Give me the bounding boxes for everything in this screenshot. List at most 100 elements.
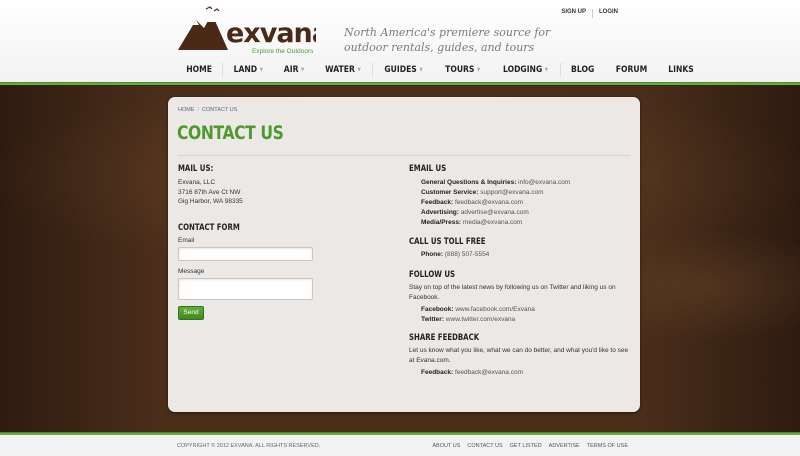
email-link[interactable]: feedback@exvana.com — [455, 369, 523, 376]
nav-blog[interactable]: BLOG — [565, 60, 602, 80]
copyright: COPYRIGHT © 2012 EXVANA. ALL RIGHTS RESE… — [177, 443, 321, 449]
list-item: Feedback: feedback@exvana.com — [421, 198, 631, 208]
row-label: Customer Service: — [421, 189, 479, 196]
email-link[interactable]: support@exvana.com — [480, 189, 543, 196]
nav-tours[interactable]: TOURS ▼ — [438, 60, 487, 80]
footer-link-get-listed[interactable]: GET LISTED — [510, 443, 542, 449]
chevron-down-icon: ▼ — [300, 67, 305, 73]
nav-label: FORUM — [615, 65, 647, 75]
list-item: Customer Service: support@exvana.com — [421, 188, 631, 198]
chevron-down-icon: ▼ — [476, 67, 481, 73]
nav-label: LINKS — [667, 65, 694, 75]
email-list: General Questions & Inquiries: info@exva… — [409, 178, 631, 228]
address-line: Exvana, LLC — [178, 179, 216, 186]
footer-link-contact[interactable]: CONTACT US — [467, 443, 502, 449]
nav-label: AIR — [283, 65, 299, 75]
mailing-address: Exvana, LLC 3716 87th Ave Ct NW Gig Harb… — [178, 178, 398, 207]
breadcrumb: HOME / CONTACT US — [178, 107, 237, 113]
email-link[interactable]: feedback@exvana.com — [455, 199, 523, 206]
left-column: MAIL US: Exvana, LLC 3716 87th Ave Ct NW… — [178, 164, 398, 320]
divider — [178, 155, 630, 156]
row-label: Feedback: — [421, 199, 454, 206]
email-heading: EMAIL US — [409, 164, 447, 174]
nav-label: GUIDES — [384, 65, 417, 75]
header-divider — [0, 82, 800, 85]
nav-lodging[interactable]: LODGING ▼ — [496, 60, 555, 80]
send-button[interactable]: Send — [178, 305, 204, 320]
chevron-down-icon: ▼ — [545, 67, 549, 73]
email-field[interactable] — [178, 246, 313, 261]
nav-label: LAND — [233, 65, 258, 75]
contact-form-heading: CONTACT FORM — [178, 222, 240, 233]
footer-link-about[interactable]: ABOUT US — [432, 443, 460, 449]
nav-label: HOME — [186, 65, 213, 75]
login-link[interactable]: LOGIN — [593, 9, 624, 18]
share-text: Let us know what you like, what we can d… — [409, 347, 629, 364]
phone-row: Phone: (888) 507-5554 — [409, 250, 631, 260]
chevron-down-icon: ▼ — [357, 67, 361, 73]
breadcrumb-current: CONTACT US — [202, 107, 238, 113]
chevron-down-icon: ▼ — [419, 67, 423, 73]
row-label: Advertising: — [421, 209, 459, 216]
tagline: North America's premiere source for outd… — [344, 26, 551, 54]
footer-link-terms[interactable]: TERMS OF USE — [587, 443, 628, 449]
divider — [371, 63, 373, 77]
twitter-link[interactable]: www.twitter.com/exvana — [446, 316, 515, 323]
social-list: Facebook: www.facebook.com/Exvana Twitte… — [409, 305, 631, 325]
row-label: Phone: — [421, 251, 444, 258]
list-item: Advertising: advertise@exvana.com — [421, 208, 631, 218]
exvana-logo[interactable]: exvana Explore the Outdoors — [176, 6, 330, 56]
nav-air[interactable]: AIR ▼ — [277, 60, 311, 80]
row-label: Media/Press: — [421, 219, 462, 226]
facebook-link[interactable]: www.facebook.com/Exvana — [455, 306, 534, 313]
nav-links[interactable]: LINKS — [661, 60, 700, 80]
row-label: General Questions & Inquiries: — [421, 179, 517, 186]
main-nav: HOME LAND ▼ AIR ▼ WATER ▼ GUIDES ▼ TOURS ▼ LO… — [176, 60, 704, 80]
divider — [222, 63, 224, 77]
row-label: Twitter: — [421, 316, 444, 323]
email-link[interactable]: advertise@exvana.com — [461, 209, 529, 216]
breadcrumb-separator: / — [197, 107, 200, 113]
site-header: exvana Explore the Outdoors North Americ… — [0, 0, 800, 84]
row-label: Facebook: — [421, 306, 454, 313]
email-link[interactable]: info@exvana.com — [518, 179, 570, 186]
message-label: Message — [178, 267, 205, 275]
mail-heading: MAIL US: — [178, 164, 214, 174]
phone-heading: CALL US TOLL FREE — [409, 237, 486, 247]
list-item: General Questions & Inquiries: info@exva… — [421, 178, 631, 188]
nav-home[interactable]: HOME — [179, 60, 218, 80]
sign-up-link[interactable]: SIGN UP — [555, 9, 592, 18]
email-label: Email — [178, 236, 195, 244]
breadcrumb-home[interactable]: HOME — [178, 107, 195, 113]
nav-label: LODGING — [503, 65, 543, 75]
nav-water[interactable]: WATER ▼ — [318, 60, 367, 80]
logo-subtext: Explore the Outdoors — [252, 48, 314, 55]
nav-label: TOURS — [444, 65, 475, 75]
page-title: CONTACT US — [177, 122, 284, 144]
contact-form: Email Message Send — [178, 237, 398, 320]
footer-link-advertise[interactable]: ADVERTISE — [549, 443, 580, 449]
nav-label: BLOG — [571, 65, 595, 75]
account-links: SIGN UP LOGIN — [555, 9, 624, 18]
phone-number[interactable]: (888) 507-5554 — [445, 251, 489, 258]
nav-land[interactable]: LAND ▼ — [227, 60, 270, 80]
share-heading: SHARE FEEDBACK — [409, 333, 480, 343]
nav-forum[interactable]: FORUM — [609, 60, 654, 80]
chevron-down-icon: ▼ — [259, 67, 264, 73]
follow-heading: FOLLOW US — [409, 270, 456, 280]
nav-label: WATER — [325, 65, 355, 75]
content-panel: HOME / CONTACT US CONTACT US MAIL US: Exva… — [168, 97, 640, 412]
follow-text: Stay on top of the latest news by follow… — [409, 284, 616, 301]
list-item: Twitter: www.twitter.com/exvana — [421, 315, 631, 325]
email-link[interactable]: media@exvana.com — [463, 219, 522, 226]
site-footer: COPYRIGHT © 2012 EXVANA. ALL RIGHTS RESE… — [0, 435, 800, 456]
feedback-row: Feedback: feedback@exvana.com — [409, 368, 631, 378]
logo-wordmark: exvana — [226, 18, 316, 49]
right-column: EMAIL US General Questions & Inquiries: … — [409, 164, 631, 378]
list-item: Facebook: www.facebook.com/Exvana — [421, 305, 631, 315]
list-item: Media/Press: media@exvana.com — [421, 218, 631, 228]
message-field[interactable] — [178, 277, 313, 300]
address-line: 3716 87th Ave Ct NW — [178, 188, 241, 196]
nav-guides[interactable]: GUIDES ▼ — [377, 60, 429, 80]
divider — [560, 63, 562, 77]
